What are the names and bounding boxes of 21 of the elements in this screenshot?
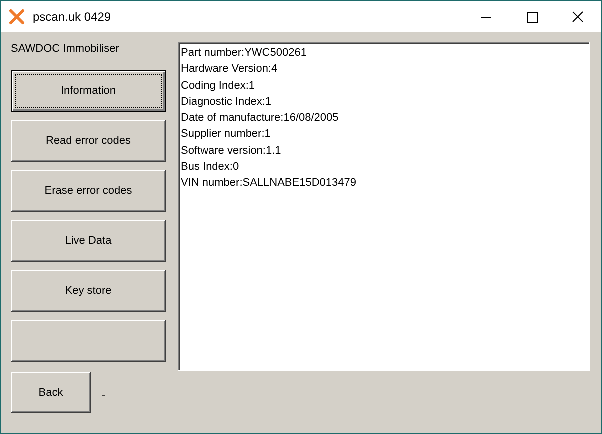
- status-text: -: [102, 390, 106, 402]
- output-line: VIN number:SALLNABE15D013479: [181, 176, 358, 192]
- back-button[interactable]: Back: [11, 372, 91, 413]
- output-line: Bus Index:0: [181, 160, 240, 176]
- menu-button[interactable]: Information: [11, 70, 166, 112]
- output-line: Diagnostic Index:1: [181, 94, 272, 110]
- output-line: Date of manufacture:16/08/2005: [181, 111, 340, 126]
- output-line: Supplier number:1: [181, 127, 272, 142]
- blank-button[interactable]: [11, 320, 166, 362]
- output-line: Coding Index:1: [181, 78, 256, 94]
- menu-button[interactable]: Read error codes: [11, 120, 166, 162]
- menu-button[interactable]: Key store: [11, 270, 166, 312]
- output-line: Hardware Version:4: [181, 62, 279, 78]
- output-line: Part number:YWC500261: [181, 46, 308, 61]
- menu-button[interactable]: Live Data: [11, 220, 166, 262]
- window-title: pscan.uk 0429: [33, 10, 112, 24]
- output-line: Software version:1.1: [181, 144, 282, 159]
- module-label: SAWDOC Immobiliser: [11, 42, 120, 57]
- app-logo-icon: [9, 8, 25, 24]
- menu-button[interactable]: Erase error codes: [11, 170, 166, 212]
- output-text-area[interactable]: Part number:YWC500261 Hardware Version:4 Coding Index:1 Diagnostic Index:1 Date of manufacture:16/08/2005 Supplier number:1 Software version:1.1 Bus Index:0 VIN number:SALLNABE15D013479: [178, 42, 590, 371]
